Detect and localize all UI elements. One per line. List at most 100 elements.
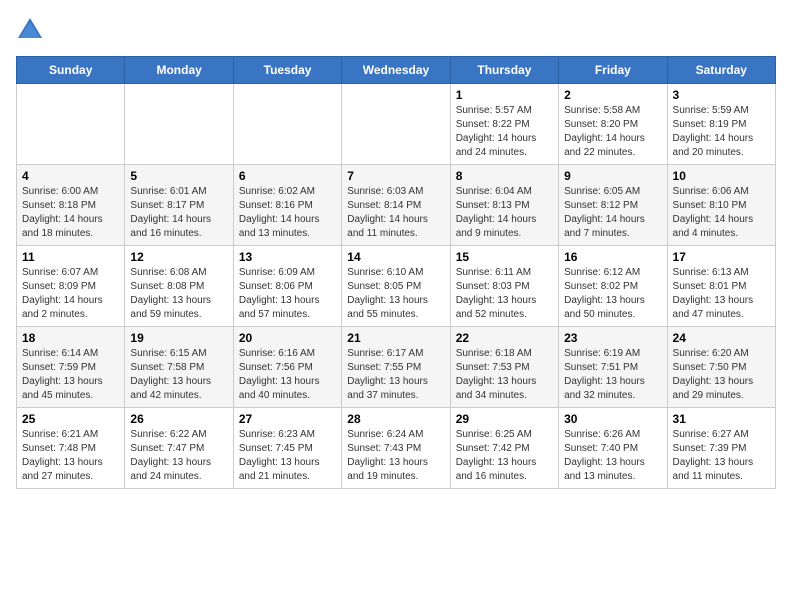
calendar-cell (125, 84, 233, 165)
day-number: 2 (564, 88, 661, 102)
weekday-header-friday: Friday (559, 57, 667, 84)
day-number: 31 (673, 412, 770, 426)
day-info: Sunrise: 6:12 AM Sunset: 8:02 PM Dayligh… (564, 266, 661, 322)
day-info: Sunrise: 6:09 AM Sunset: 8:06 PM Dayligh… (239, 266, 336, 322)
calendar-cell: 21 Sunrise: 6:17 AM Sunset: 7:55 PM Dayli… (342, 327, 450, 408)
day-number: 18 (22, 331, 119, 345)
day-number: 17 (673, 250, 770, 264)
calendar-cell: 26 Sunrise: 6:22 AM Sunset: 7:47 PM Dayli… (125, 408, 233, 489)
day-number: 24 (673, 331, 770, 345)
day-info: Sunrise: 6:02 AM Sunset: 8:16 PM Dayligh… (239, 185, 336, 241)
calendar-cell: 10Sunrise: 6:06 AM Sunset: 8:10 PM Dayli… (667, 165, 775, 246)
calendar-cell: 22 Sunrise: 6:18 AM Sunset: 7:53 PM Dayli… (450, 327, 558, 408)
calendar-cell (17, 84, 125, 165)
day-info: Sunrise: 6:21 AM Sunset: 7:48 PM Dayligh… (22, 428, 119, 484)
day-number: 16 (564, 250, 661, 264)
calendar-cell: 24 Sunrise: 6:20 AM Sunset: 7:50 PM Dayli… (667, 327, 775, 408)
day-info: Sunrise: 5:57 AM Sunset: 8:22 PM Dayligh… (456, 104, 553, 160)
weekday-header-row: SundayMondayTuesdayWednesdayThursdayFrid… (17, 57, 776, 84)
day-info: Sunrise: 6:22 AM Sunset: 7:47 PM Dayligh… (130, 428, 227, 484)
calendar-cell: 1 Sunrise: 5:57 AM Sunset: 8:22 PM Daylig… (450, 84, 558, 165)
calendar-week-5: 25 Sunrise: 6:21 AM Sunset: 7:48 PM Dayli… (17, 408, 776, 489)
calendar-cell: 20 Sunrise: 6:16 AM Sunset: 7:56 PM Dayli… (233, 327, 341, 408)
calendar-table: SundayMondayTuesdayWednesdayThursdayFrid… (16, 56, 776, 489)
calendar-cell: 13 Sunrise: 6:09 AM Sunset: 8:06 PM Dayli… (233, 246, 341, 327)
weekday-header-thursday: Thursday (450, 57, 558, 84)
day-info: Sunrise: 6:10 AM Sunset: 8:05 PM Dayligh… (347, 266, 444, 322)
day-info: Sunrise: 6:18 AM Sunset: 7:53 PM Dayligh… (456, 347, 553, 403)
day-number: 12 (130, 250, 227, 264)
weekday-header-saturday: Saturday (667, 57, 775, 84)
day-number: 13 (239, 250, 336, 264)
day-info: Sunrise: 6:17 AM Sunset: 7:55 PM Dayligh… (347, 347, 444, 403)
day-info: Sunrise: 6:27 AM Sunset: 7:39 PM Dayligh… (673, 428, 770, 484)
day-info: Sunrise: 5:58 AM Sunset: 8:20 PM Dayligh… (564, 104, 661, 160)
day-info: Sunrise: 6:06 AM Sunset: 8:10 PM Dayligh… (673, 185, 770, 241)
calendar-week-1: 1 Sunrise: 5:57 AM Sunset: 8:22 PM Daylig… (17, 84, 776, 165)
calendar-cell (233, 84, 341, 165)
day-number: 28 (347, 412, 444, 426)
calendar-cell: 8 Sunrise: 6:04 AM Sunset: 8:13 PM Daylig… (450, 165, 558, 246)
calendar-cell: 29 Sunrise: 6:25 AM Sunset: 7:42 PM Dayli… (450, 408, 558, 489)
weekday-header-monday: Monday (125, 57, 233, 84)
calendar-cell: 2 Sunrise: 5:58 AM Sunset: 8:20 PM Daylig… (559, 84, 667, 165)
calendar-cell: 18Sunrise: 6:14 AM Sunset: 7:59 PM Dayli… (17, 327, 125, 408)
day-number: 1 (456, 88, 553, 102)
logo-icon (16, 16, 44, 44)
day-info: Sunrise: 6:26 AM Sunset: 7:40 PM Dayligh… (564, 428, 661, 484)
day-info: Sunrise: 6:25 AM Sunset: 7:42 PM Dayligh… (456, 428, 553, 484)
day-number: 25 (22, 412, 119, 426)
day-number: 5 (130, 169, 227, 183)
day-number: 6 (239, 169, 336, 183)
day-info: Sunrise: 6:01 AM Sunset: 8:17 PM Dayligh… (130, 185, 227, 241)
calendar-cell: 9 Sunrise: 6:05 AM Sunset: 8:12 PM Daylig… (559, 165, 667, 246)
calendar-cell: 28 Sunrise: 6:24 AM Sunset: 7:43 PM Dayli… (342, 408, 450, 489)
day-info: Sunrise: 6:05 AM Sunset: 8:12 PM Dayligh… (564, 185, 661, 241)
day-info: Sunrise: 6:24 AM Sunset: 7:43 PM Dayligh… (347, 428, 444, 484)
day-info: Sunrise: 6:07 AM Sunset: 8:09 PM Dayligh… (22, 266, 119, 322)
day-info: Sunrise: 6:08 AM Sunset: 8:08 PM Dayligh… (130, 266, 227, 322)
day-info: Sunrise: 6:11 AM Sunset: 8:03 PM Dayligh… (456, 266, 553, 322)
day-number: 19 (130, 331, 227, 345)
day-number: 29 (456, 412, 553, 426)
calendar-cell: 17 Sunrise: 6:13 AM Sunset: 8:01 PM Dayli… (667, 246, 775, 327)
day-info: Sunrise: 6:03 AM Sunset: 8:14 PM Dayligh… (347, 185, 444, 241)
day-number: 7 (347, 169, 444, 183)
calendar-cell: 6 Sunrise: 6:02 AM Sunset: 8:16 PM Daylig… (233, 165, 341, 246)
weekday-header-wednesday: Wednesday (342, 57, 450, 84)
day-number: 11 (22, 250, 119, 264)
day-number: 8 (456, 169, 553, 183)
calendar-cell: 14 Sunrise: 6:10 AM Sunset: 8:05 PM Dayli… (342, 246, 450, 327)
day-number: 20 (239, 331, 336, 345)
calendar-cell (342, 84, 450, 165)
day-number: 9 (564, 169, 661, 183)
day-number: 21 (347, 331, 444, 345)
day-number: 22 (456, 331, 553, 345)
day-info: Sunrise: 6:04 AM Sunset: 8:13 PM Dayligh… (456, 185, 553, 241)
calendar-week-4: 18Sunrise: 6:14 AM Sunset: 7:59 PM Dayli… (17, 327, 776, 408)
day-number: 26 (130, 412, 227, 426)
day-info: Sunrise: 5:59 AM Sunset: 8:19 PM Dayligh… (673, 104, 770, 160)
calendar-cell: 7 Sunrise: 6:03 AM Sunset: 8:14 PM Daylig… (342, 165, 450, 246)
calendar-cell: 23Sunrise: 6:19 AM Sunset: 7:51 PM Dayli… (559, 327, 667, 408)
page-header (16, 16, 776, 44)
day-number: 15 (456, 250, 553, 264)
day-number: 14 (347, 250, 444, 264)
day-info: Sunrise: 6:13 AM Sunset: 8:01 PM Dayligh… (673, 266, 770, 322)
calendar-cell: 31 Sunrise: 6:27 AM Sunset: 7:39 PM Dayli… (667, 408, 775, 489)
logo (16, 16, 48, 44)
day-info: Sunrise: 6:16 AM Sunset: 7:56 PM Dayligh… (239, 347, 336, 403)
day-info: Sunrise: 6:19 AM Sunset: 7:51 PM Dayligh… (564, 347, 661, 403)
calendar-cell: 3Sunrise: 5:59 AM Sunset: 8:19 PM Daylig… (667, 84, 775, 165)
weekday-header-sunday: Sunday (17, 57, 125, 84)
calendar-cell: 4Sunrise: 6:00 AM Sunset: 8:18 PM Daylig… (17, 165, 125, 246)
calendar-cell: 11 Sunrise: 6:07 AM Sunset: 8:09 PM Dayli… (17, 246, 125, 327)
day-info: Sunrise: 6:23 AM Sunset: 7:45 PM Dayligh… (239, 428, 336, 484)
day-info: Sunrise: 6:20 AM Sunset: 7:50 PM Dayligh… (673, 347, 770, 403)
calendar-cell: 19Sunrise: 6:15 AM Sunset: 7:58 PM Dayli… (125, 327, 233, 408)
weekday-header-tuesday: Tuesday (233, 57, 341, 84)
calendar-cell: 15 Sunrise: 6:11 AM Sunset: 8:03 PM Dayli… (450, 246, 558, 327)
day-number: 27 (239, 412, 336, 426)
calendar-cell: 25 Sunrise: 6:21 AM Sunset: 7:48 PM Dayli… (17, 408, 125, 489)
calendar-cell: 30Sunrise: 6:26 AM Sunset: 7:40 PM Dayli… (559, 408, 667, 489)
